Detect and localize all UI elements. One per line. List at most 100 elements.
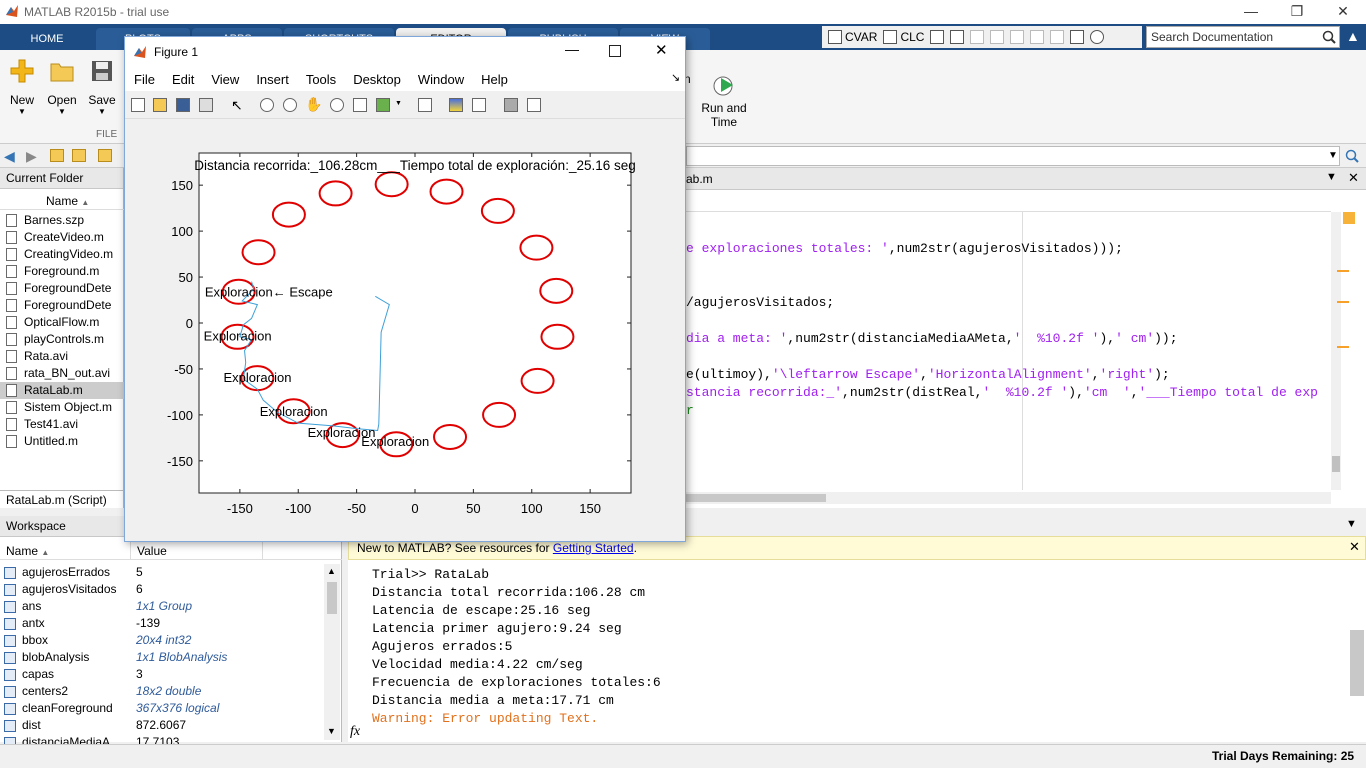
file-item[interactable]: Foreground.m xyxy=(0,263,124,280)
forward-arrow-icon[interactable]: ▶ xyxy=(26,148,37,165)
function-browser-icon[interactable]: fx xyxy=(350,724,360,740)
legend-icon[interactable] xyxy=(472,98,486,112)
brush-icon[interactable] xyxy=(376,98,390,112)
figure-plot-area[interactable]: -150 -100 -50 0 50 100 150 150 100 50 0 -50 -100 -150… xyxy=(125,119,685,541)
file-item[interactable]: Barnes.szp xyxy=(0,212,124,229)
workspace-row[interactable]: agujerosErrados 5 xyxy=(0,564,324,581)
save-button[interactable]: Save ▼ xyxy=(82,58,122,116)
show-plot-tools-icon[interactable] xyxy=(527,98,541,112)
edit-plot-icon[interactable]: ↖ xyxy=(231,97,243,114)
file-item[interactable]: RataLab.m xyxy=(0,382,124,399)
warning-marker[interactable] xyxy=(1337,301,1349,303)
new-button[interactable]: New ▼ xyxy=(2,58,42,116)
ws-value-column[interactable]: Value xyxy=(137,544,167,558)
data-cursor-icon[interactable] xyxy=(353,98,367,112)
figure-maximize-button[interactable] xyxy=(609,45,621,57)
editor-menu-icon[interactable]: ▼ xyxy=(1326,171,1337,183)
collapse-toolstrip-icon[interactable]: ▲ xyxy=(1346,28,1364,46)
menu-edit[interactable]: Edit xyxy=(163,67,202,91)
workspace-row[interactable]: cleanForeground 367x376 logical xyxy=(0,700,324,717)
banner-close-icon[interactable]: ✕ xyxy=(1349,539,1360,555)
file-item[interactable]: ForegroundDete xyxy=(0,280,124,297)
minimize-button[interactable]: — xyxy=(1228,0,1274,24)
file-item[interactable]: CreateVideo.m xyxy=(0,229,124,246)
menu-desktop[interactable]: Desktop xyxy=(344,67,409,91)
path-dropdown-icon[interactable]: ▼ xyxy=(1328,150,1338,161)
link-plot-icon[interactable] xyxy=(418,98,432,112)
workspace-row[interactable]: centers2 18x2 double xyxy=(0,683,324,700)
save-all-icon[interactable] xyxy=(950,30,965,44)
editor-tab-label[interactable]: ab.m xyxy=(686,172,713,186)
search-documentation-input[interactable]: Search Documentation xyxy=(1146,26,1340,48)
shortcut-icon[interactable] xyxy=(930,30,945,44)
menu-insert[interactable]: Insert xyxy=(247,67,297,91)
workspace-row[interactable]: dist 872.6067 xyxy=(0,717,324,734)
redo-icon[interactable] xyxy=(1050,30,1065,44)
file-item[interactable]: playControls.m xyxy=(0,331,124,348)
new-figure-icon[interactable] xyxy=(131,98,145,112)
workspace-row[interactable]: antx -139 xyxy=(0,615,324,632)
figure-minimize-button[interactable]: — xyxy=(565,41,579,57)
name-column-header[interactable]: Name ▲ xyxy=(0,190,124,210)
file-item[interactable]: ForegroundDete xyxy=(0,297,124,314)
menu-file[interactable]: File xyxy=(125,67,163,91)
hide-plot-tools-icon[interactable] xyxy=(504,98,518,112)
editor-vscroll-thumb[interactable] xyxy=(1332,456,1340,472)
copy-icon[interactable] xyxy=(990,30,1005,44)
editor-close-icon[interactable]: ✕ xyxy=(1348,170,1359,186)
pan-hand-icon[interactable]: ✋ xyxy=(305,96,322,113)
workspace-row[interactable]: blobAnalysis 1x1 BlobAnalysis xyxy=(0,649,324,666)
workspace-row[interactable]: bbox 20x4 int32 xyxy=(0,632,324,649)
zoom-out-icon[interactable] xyxy=(283,98,297,112)
restore-button[interactable]: ❐ xyxy=(1274,0,1320,24)
code-line[interactable]: e(ultimoy),'\leftarrow Escape','Horizont… xyxy=(686,366,1170,384)
code-line[interactable]: r xyxy=(686,402,694,420)
switch-windows-icon[interactable] xyxy=(1070,30,1085,44)
command-window[interactable]: Trial>> RataLab Distancia total recorrida… xyxy=(348,560,1366,742)
file-item[interactable]: CreatingVideo.m xyxy=(0,246,124,263)
workspace-row[interactable]: agujerosVisitados 6 xyxy=(0,581,324,598)
help-icon[interactable] xyxy=(1090,30,1105,44)
editor-hscrollbar[interactable] xyxy=(686,492,1331,504)
search-icon[interactable] xyxy=(1322,30,1336,44)
getting-started-link[interactable]: Getting Started xyxy=(553,541,634,555)
back-arrow-icon[interactable]: ◀ xyxy=(4,148,15,165)
browse-folder-icon[interactable] xyxy=(72,149,86,162)
zoom-in-icon[interactable] xyxy=(260,98,274,112)
ws-name-column[interactable]: Name ▲ xyxy=(6,544,49,558)
paste-icon[interactable] xyxy=(1010,30,1025,44)
warning-marker[interactable] xyxy=(1337,270,1349,272)
editor-vscrollbar[interactable] xyxy=(1331,212,1341,490)
dock-figure-icon[interactable]: ↘ xyxy=(671,71,680,84)
colorbar-icon[interactable] xyxy=(449,98,463,112)
file-item[interactable]: rata_BN_out.avi xyxy=(0,365,124,382)
rotate-3d-icon[interactable] xyxy=(330,98,344,112)
code-line[interactable]: /agujerosVisitados; xyxy=(686,294,834,312)
cut-icon[interactable] xyxy=(970,30,985,44)
run-and-time-button[interactable]: Run and Time xyxy=(698,58,750,143)
file-item[interactable]: OpticalFlow.m xyxy=(0,314,124,331)
scroll-up-icon[interactable]: ▲ xyxy=(327,566,336,576)
scroll-down-icon[interactable]: ▼ xyxy=(327,726,336,736)
file-item[interactable]: Test41.avi xyxy=(0,416,124,433)
code-line[interactable]: stancia recorrida:_',num2str(distReal,' … xyxy=(686,384,1318,402)
command-vscroll-thumb[interactable] xyxy=(1350,630,1364,696)
warning-marker[interactable] xyxy=(1337,346,1349,348)
open-button[interactable]: Open ▼ xyxy=(42,58,82,116)
save-figure-icon[interactable] xyxy=(176,98,190,112)
open-file-icon[interactable] xyxy=(153,98,167,112)
tab-home[interactable]: HOME xyxy=(0,28,94,50)
path-search-icon[interactable] xyxy=(1345,149,1359,163)
print-figure-icon[interactable] xyxy=(199,98,213,112)
editor-hscroll-thumb[interactable] xyxy=(686,494,826,502)
workspace-vscrollbar[interactable]: ▲ ▼ xyxy=(324,564,340,740)
workspace-row[interactable]: ans 1x1 Group xyxy=(0,598,324,615)
code-line[interactable]: e exploraciones totales: ',num2str(aguje… xyxy=(686,240,1123,258)
menu-window[interactable]: Window xyxy=(409,67,472,91)
up-folder-icon[interactable] xyxy=(50,149,64,162)
code-line[interactable]: dia a meta: ',num2str(distanciaMediaAMet… xyxy=(686,330,1178,348)
clc-button[interactable]: CLC xyxy=(883,30,924,44)
current-path-input[interactable] xyxy=(686,146,1340,166)
menu-tools[interactable]: Tools xyxy=(297,67,344,91)
command-window-menu-icon[interactable]: ▼ xyxy=(1346,518,1357,530)
